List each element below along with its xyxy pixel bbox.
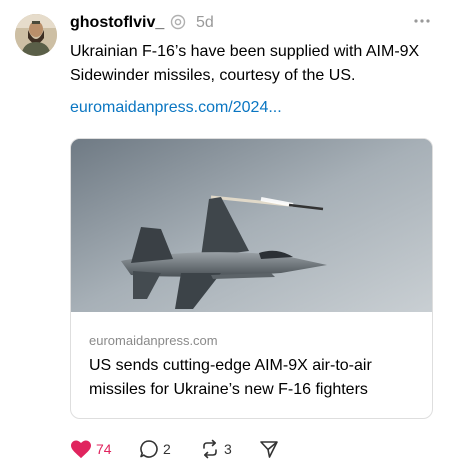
- repost-icon: [203, 439, 217, 459]
- card-domain: euromaidanpress.com: [89, 333, 218, 348]
- threads-badge-icon: [170, 14, 186, 30]
- reply-button[interactable]: 2: [139, 437, 171, 461]
- avatar[interactable]: [15, 14, 57, 56]
- post-link[interactable]: euromaidanpress.com/2024...: [70, 97, 282, 119]
- reply-count: 2: [163, 441, 171, 457]
- f16-jet-image: [71, 139, 432, 312]
- post-text: Ukrainian F-16’s have been supplied with…: [70, 43, 420, 84]
- like-button[interactable]: 74: [70, 437, 112, 461]
- card-title: US sends cutting-edge AIM-9X air-to-air …: [89, 357, 372, 398]
- repost-count: 3: [224, 441, 232, 457]
- link-preview-card[interactable]: euromaidanpress.com US sends cutting-edg…: [70, 138, 433, 419]
- repost-button[interactable]: 3: [200, 437, 232, 461]
- more-button[interactable]: [411, 10, 433, 32]
- post-time: 5d: [196, 14, 214, 31]
- comment-icon: [140, 440, 158, 458]
- heart-icon: [71, 440, 91, 459]
- more-icon: [414, 19, 430, 23]
- share-button[interactable]: [259, 437, 279, 461]
- post-actions: 74 2 3: [70, 437, 330, 461]
- author-username[interactable]: ghostoflviv_: [70, 13, 164, 33]
- avatar-icon: [15, 14, 57, 56]
- like-count: 74: [96, 441, 112, 457]
- share-icon: [260, 441, 278, 458]
